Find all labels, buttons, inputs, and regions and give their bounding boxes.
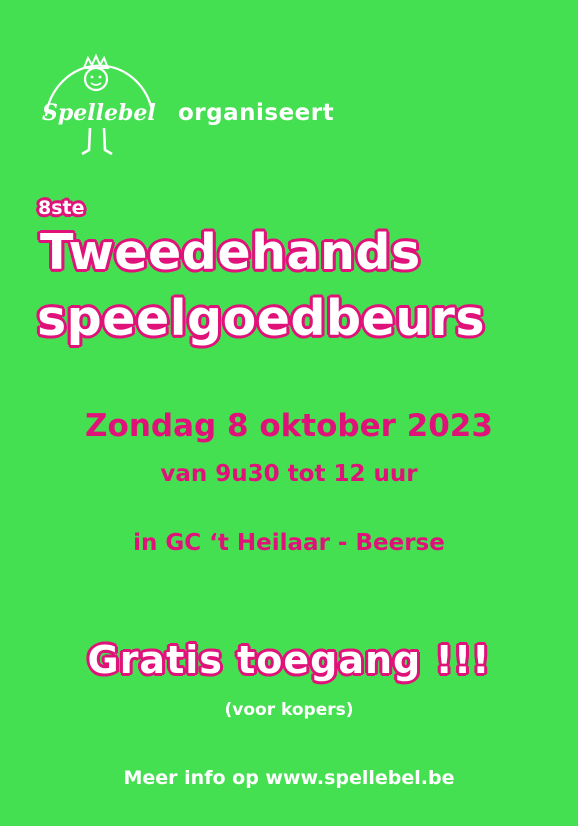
event-title-line2: speelgoedbeurs [37,290,486,347]
event-time: van 9u30 tot 12 uur [160,461,418,487]
poster: Spellebel organiseert 8ste Tweedehands s… [0,0,578,826]
edition-label: 8ste [38,197,85,219]
free-entry-note: (voor kopers) [224,700,354,720]
spellebel-logo-icon: Spellebel [42,53,156,156]
spellebel-logo: Spellebel [34,38,162,162]
more-info-text: Meer info op www.spellebel.be [123,767,455,789]
event-date: Zondag 8 oktober 2023 [85,408,493,444]
event-title-line1: Tweedehands [40,224,421,281]
logo-wordmark: Spellebel [42,100,156,126]
organiser-text: organiseert [178,100,335,126]
free-entry-text: Gratis toegang !!! [87,638,491,682]
event-location: in GC ‘t Heilaar - Beerse [133,530,445,556]
